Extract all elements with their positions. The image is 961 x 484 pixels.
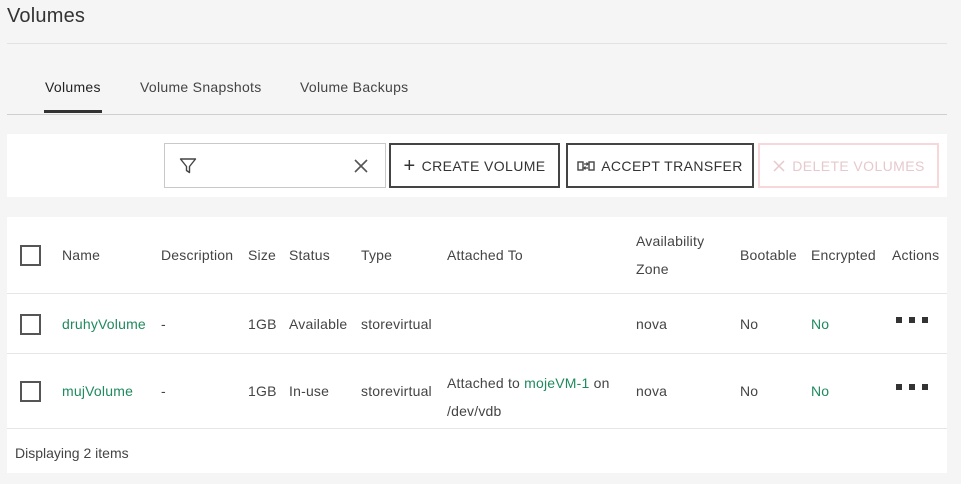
row-divider	[7, 293, 947, 294]
volume-status: Available	[289, 316, 348, 332]
row-actions-menu-icon[interactable]	[896, 315, 936, 325]
attached-device: /dev/vdb	[447, 403, 502, 419]
column-header-status[interactable]: Status	[289, 247, 330, 263]
close-icon[interactable]	[353, 158, 369, 174]
column-header-attached-to[interactable]: Attached To	[447, 247, 523, 263]
availability-zone-header-line2: Zone	[636, 261, 669, 277]
active-tab-indicator	[44, 110, 102, 113]
volume-description: -	[161, 316, 166, 332]
volume-encrypted: No	[811, 383, 830, 399]
column-header-size[interactable]: Size	[248, 247, 276, 263]
volume-encrypted: No	[811, 316, 830, 332]
accept-transfer-label: ACCEPT TRANSFER	[601, 157, 743, 174]
column-header-bootable[interactable]: Bootable	[740, 247, 797, 263]
volume-availability-zone: nova	[636, 383, 668, 399]
row-checkbox[interactable]	[20, 314, 41, 335]
tab-bar: Volumes Volume Snapshots Volume Backups	[7, 70, 947, 115]
title-divider	[7, 43, 947, 44]
row-actions-menu-icon[interactable]	[896, 382, 936, 392]
accept-transfer-button[interactable]: ACCEPT TRANSFER	[566, 143, 754, 188]
transfer-icon	[577, 160, 595, 171]
volume-size: 1GB	[248, 383, 277, 399]
volume-bootable: No	[740, 383, 759, 399]
attached-suffix: on	[589, 375, 610, 391]
attached-prefix: Attached to	[447, 375, 525, 391]
page-title: Volumes	[7, 5, 86, 27]
column-header-actions: Actions	[892, 247, 940, 263]
filter-input[interactable]	[207, 152, 337, 180]
column-header-type[interactable]: Type	[361, 247, 392, 263]
close-icon	[773, 159, 785, 172]
create-volume-label: CREATE VOLUME	[421, 157, 546, 174]
volume-attached-to: Attached to mojeVM-1 on /dev/vdb	[447, 369, 610, 425]
volume-type: storevirtual	[361, 316, 432, 332]
select-all-checkbox[interactable]	[20, 245, 41, 266]
tab-volumes[interactable]: Volumes	[45, 79, 101, 95]
volume-bootable: No	[740, 316, 759, 332]
attached-to-line: Attached to mojeVM-1 on	[447, 369, 610, 397]
volume-name-link[interactable]: mujVolume	[62, 383, 133, 399]
toolbar: + CREATE VOLUME ACCEPT TRANSFER DELETE V…	[7, 134, 947, 197]
attached-vm-link[interactable]: mojeVM-1	[524, 375, 589, 391]
row-divider	[7, 428, 947, 429]
delete-volumes-button[interactable]: DELETE VOLUMES	[758, 143, 939, 188]
filter-icon	[179, 158, 197, 174]
volumes-table: Name Description Size Status Type Attach…	[7, 217, 947, 473]
column-header-encrypted[interactable]: Encrypted	[811, 247, 876, 263]
filter-box	[164, 143, 386, 188]
availability-zone-header-line1: Availability	[636, 233, 705, 249]
volume-description: -	[161, 383, 166, 399]
delete-volumes-label: DELETE VOLUMES	[792, 157, 925, 174]
volume-type: storevirtual	[361, 383, 432, 399]
volume-availability-zone: nova	[636, 316, 668, 332]
tab-volume-backups[interactable]: Volume Backups	[300, 79, 408, 95]
plus-icon: +	[403, 154, 416, 177]
row-divider	[7, 353, 947, 354]
column-header-name[interactable]: Name	[62, 247, 100, 263]
volume-size: 1GB	[248, 316, 277, 332]
column-header-description[interactable]: Description	[161, 247, 233, 263]
create-volume-button[interactable]: + CREATE VOLUME	[389, 143, 560, 188]
tab-volume-snapshots[interactable]: Volume Snapshots	[140, 79, 262, 95]
column-header-availability-zone[interactable]: Availability Zone	[636, 233, 704, 277]
volume-status: In-use	[289, 383, 330, 399]
table-footer-count: Displaying 2 items	[15, 445, 129, 461]
row-checkbox[interactable]	[20, 381, 41, 402]
volume-name-link[interactable]: druhyVolume	[62, 316, 146, 332]
